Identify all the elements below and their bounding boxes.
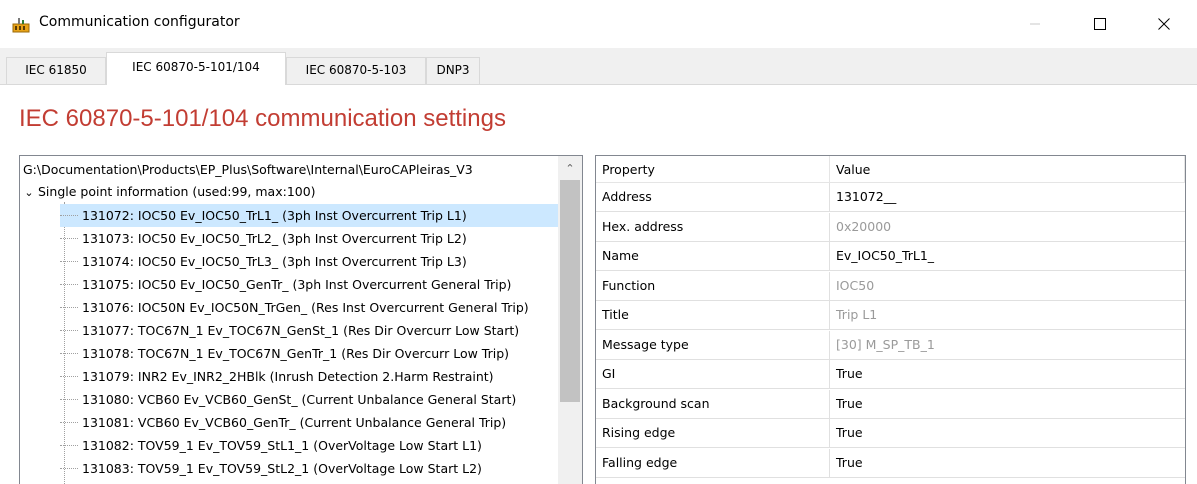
minimize-icon	[1030, 23, 1040, 25]
property-row[interactable]: Name Ev_IOC50_TrL1_	[596, 242, 1185, 271]
scroll-thumb[interactable]	[560, 180, 580, 402]
tab-dnp3[interactable]: DNP3	[426, 57, 480, 84]
tree-item[interactable]: 131076: IOC50N Ev_IOC50N_TrGen_ (Res Ins…	[60, 296, 560, 319]
tree-item[interactable]: 131080: VCB60 Ev_VCB60_GenSt_ (Current U…	[60, 388, 560, 411]
property-name: Message type	[596, 330, 830, 360]
tree-item-label: 131079: INR2 Ev_INR2_2HBlk (Inrush Detec…	[82, 369, 494, 384]
tree-item[interactable]: 131081: VCB60 Ev_VCB60_GenTr_ (Current U…	[60, 411, 560, 434]
tree-item-label: 131082: TOV59_1 Ev_TOV59_StL1_1 (OverVol…	[82, 438, 482, 453]
property-row[interactable]: Message type [30] M_SP_TB_1	[596, 330, 1185, 360]
tree-connector-branch	[60, 238, 78, 239]
property-row[interactable]: Background scan True	[596, 389, 1185, 419]
property-name: Background scan	[596, 389, 830, 419]
tree-group-label: Single point information (used:99, max:1…	[38, 184, 316, 199]
property-name: Address	[596, 183, 830, 212]
maximize-button[interactable]	[1077, 0, 1123, 48]
tree-item-label: 131074: IOC50 Ev_IOC50_TrL3_ (3ph Inst O…	[82, 254, 467, 269]
property-name: Name	[596, 242, 830, 271]
property-value: IOC50	[836, 277, 875, 293]
title-bar: Communication configurator	[0, 0, 1197, 48]
property-row[interactable]: Falling edge True	[596, 448, 1185, 478]
property-row[interactable]: GI True	[596, 360, 1185, 389]
property-value[interactable]: True	[830, 449, 1185, 478]
tree-connector-branch	[60, 468, 78, 469]
tree-connector-branch	[60, 215, 78, 216]
tree-item[interactable]: 131083: TOV59_1 Ev_TOV59_StL2_1 (OverVol…	[60, 457, 560, 480]
property-value[interactable]: 131072__	[830, 183, 1185, 212]
property-value[interactable]: Ev_IOC50_TrL1_	[830, 242, 1185, 271]
tree-item-label: 131075: IOC50 Ev_IOC50_GenTr_ (3ph Inst …	[82, 277, 512, 292]
property-value[interactable]: True	[830, 360, 1185, 389]
grid-header: Property Value	[596, 156, 1185, 183]
header-value[interactable]: Value	[830, 156, 1185, 183]
tree-connector-branch	[60, 261, 78, 262]
tree-connector-branch	[60, 330, 78, 331]
tree-item-label: 131073: IOC50 Ev_IOC50_TrL2_ (3ph Inst O…	[82, 231, 467, 246]
tree-connector-branch	[60, 307, 78, 308]
app-icon	[12, 17, 30, 33]
tree-item-label: 131076: IOC50N Ev_IOC50N_TrGen_ (Res Ins…	[82, 300, 529, 315]
tree-item[interactable]: 131075: IOC50 Ev_IOC50_GenTr_ (3ph Inst …	[60, 273, 560, 296]
close-button[interactable]	[1141, 0, 1187, 48]
tree-item-label: 131083: TOV59_1 Ev_TOV59_StL2_1 (OverVol…	[82, 461, 482, 476]
tab-iec-60870-101-104[interactable]: IEC 60870-5-101/104	[106, 52, 286, 85]
property-value: [30] M_SP_TB_1	[836, 336, 935, 352]
tree-item[interactable]: 131077: TOC67N_1 Ev_TOC67N_GenSt_1 (Res …	[60, 319, 560, 342]
tree-connector-branch	[60, 376, 78, 377]
property-name: Function	[596, 271, 830, 301]
chevron-down-icon[interactable]: ⌄	[23, 181, 35, 203]
property-name: Rising edge	[596, 419, 830, 448]
tree-connector-branch	[60, 422, 78, 423]
property-grid[interactable]: Property Value Address 131072__ Hex. addre…	[595, 155, 1186, 484]
tree-item-label: 131077: TOC67N_1 Ev_TOC67N_GenSt_1 (Res …	[82, 323, 520, 338]
tree-item[interactable]: 131079: INR2 Ev_INR2_2HBlk (Inrush Detec…	[60, 365, 560, 388]
tree-item[interactable]: 131074: IOC50 Ev_IOC50_TrL3_ (3ph Inst O…	[60, 250, 560, 273]
property-row[interactable]: Title Trip L1	[596, 301, 1185, 330]
maximize-icon	[1094, 18, 1106, 30]
tree-root-path[interactable]: G:\Documentation\Products\EP_Plus\Softwa…	[23, 158, 558, 181]
property-row[interactable]: Rising edge True	[596, 419, 1185, 448]
property-value[interactable]: True	[830, 419, 1185, 448]
window-title: Communication configurator	[39, 14, 240, 30]
property-row[interactable]: Hex. address 0x20000	[596, 212, 1185, 242]
tab-iec-61850[interactable]: IEC 61850	[6, 57, 106, 84]
tab-iec-60870-103[interactable]: IEC 60870-5-103	[286, 57, 426, 84]
tree-item-label: 131080: VCB60 Ev_VCB60_GenSt_ (Current U…	[82, 392, 517, 407]
tree-connector-branch	[60, 284, 78, 285]
tree-item[interactable]: 131073: IOC50 Ev_IOC50_TrL2_ (3ph Inst O…	[60, 227, 560, 250]
tree-item[interactable]: 131078: TOC67N_1 Ev_TOC67N_GenTr_1 (Res …	[60, 342, 560, 365]
property-row[interactable]: Address 131072__	[596, 183, 1185, 212]
tree-connector-branch	[60, 353, 78, 354]
tree-item[interactable]: 131072: IOC50 Ev_IOC50_TrL1_ (3ph Inst O…	[60, 204, 560, 227]
tree-connector-branch	[60, 399, 78, 400]
tree-scrollbar[interactable]: ⌃	[558, 156, 582, 484]
property-name: Title	[596, 301, 830, 330]
property-name: GI	[596, 360, 830, 389]
property-name: Hex. address	[596, 212, 830, 242]
property-name: Falling edge	[596, 448, 830, 478]
header-property[interactable]: Property	[596, 156, 830, 183]
tree-group-single-point[interactable]: ⌄ Single point information (used:99, max:…	[23, 180, 558, 203]
property-value: Trip L1	[836, 307, 878, 322]
property-row[interactable]: Function IOC50	[596, 271, 1185, 301]
property-value[interactable]: True	[830, 390, 1185, 419]
scroll-up-icon[interactable]: ⌃	[558, 156, 582, 180]
minimize-button[interactable]	[1012, 0, 1058, 48]
close-icon	[1158, 18, 1170, 30]
property-value: 0x20000	[836, 218, 892, 234]
tree-item-label: 131078: TOC67N_1 Ev_TOC67N_GenTr_1 (Res …	[82, 346, 510, 361]
signal-tree[interactable]: G:\Documentation\Products\EP_Plus\Softwa…	[19, 155, 583, 484]
tree-connector-branch	[60, 445, 78, 446]
page-heading: IEC 60870-5-101/104 communication settin…	[19, 105, 506, 132]
tree-item[interactable]: 131082: TOV59_1 Ev_TOV59_StL1_1 (OverVol…	[60, 434, 560, 457]
tree-item-label: 131081: VCB60 Ev_VCB60_GenTr_ (Current U…	[82, 415, 507, 430]
tree-item-label: 131072: IOC50 Ev_IOC50_TrL1_ (3ph Inst O…	[82, 208, 467, 223]
